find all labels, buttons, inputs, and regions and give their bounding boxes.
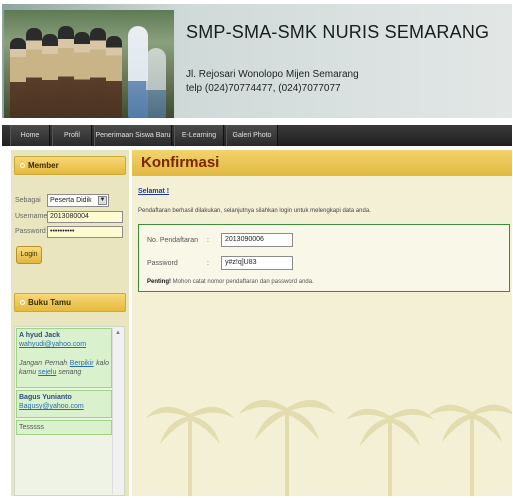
nav-galeri-photo[interactable]: Galeri Photo xyxy=(226,125,278,146)
msg-link[interactable]: sejelu xyxy=(38,369,56,376)
msg-link[interactable]: Berpikir xyxy=(70,360,94,367)
nav-e-learning[interactable]: E-Learning xyxy=(174,125,224,146)
role-select-value: Peserta Didik xyxy=(50,197,92,204)
registration-number-field[interactable]: 2013090006 xyxy=(221,233,293,247)
member-heading-label: Member xyxy=(28,161,59,170)
colon-separator: : xyxy=(207,260,209,267)
guestbook-panel[interactable]: A hyud Jack wahyudi@yahoo.com Jangan Per… xyxy=(14,326,125,496)
guestbook-entry: A hyud Jack wahyudi@yahoo.com Jangan Per… xyxy=(16,328,112,388)
main-nav: Home Profil Penerimaan Siswa Baru E-Lear… xyxy=(2,125,512,146)
bullet-icon xyxy=(20,163,25,169)
msg-text: Jangan Pernah xyxy=(19,360,68,367)
sebagai-label: Sebagai xyxy=(15,197,41,204)
colon-separator: : xyxy=(207,237,209,244)
password-result-field[interactable]: y#z!q]U83 xyxy=(221,256,293,270)
bullet-icon xyxy=(20,300,25,306)
main-content: Konfirmasi Selamat ! Pendaftaran berhasi… xyxy=(132,150,512,496)
login-button[interactable]: Login xyxy=(16,246,42,264)
role-select[interactable]: Peserta Didik ▼ xyxy=(47,194,109,207)
entry-email[interactable]: wahyudi@yahoo.com xyxy=(19,340,109,349)
confirmation-panel: No. Pendaftaran : 2013090006 Password : … xyxy=(138,224,510,292)
guestbook-entry: Bagus Yunianto Bagusy@yahoo.com xyxy=(16,390,112,418)
member-heading: Member xyxy=(14,156,126,175)
guestbook-entry: Tesssss xyxy=(16,420,112,435)
entry-name: Bagus Yunianto xyxy=(19,394,72,401)
username-label: Username xyxy=(15,213,48,220)
guestbook-heading: Buku Tamu xyxy=(14,293,126,312)
registration-number-label: No. Pendaftaran xyxy=(147,237,198,244)
site-title: SMP-SMA-SMK NURIS SEMARANG xyxy=(186,22,490,42)
note-label: Penting! xyxy=(147,279,171,285)
msg-text: senang xyxy=(58,369,82,376)
password-result-label: Password xyxy=(147,260,178,267)
dropdown-arrow-icon[interactable]: ▼ xyxy=(98,196,107,205)
sidebar: Member Sebagai Peserta Didik ▼ Username … xyxy=(11,150,129,496)
phone-line: telp (024)70774477, (024)7077077 xyxy=(186,83,341,94)
header-photo xyxy=(4,10,174,118)
page-title: Konfirmasi xyxy=(132,150,512,176)
site-address: Jl. Rejosari Wonolopo Mijen Semarang tel… xyxy=(186,68,359,96)
username-input[interactable]: 2013080004 xyxy=(47,211,123,223)
guestbook-scrollbar[interactable]: ▲ xyxy=(112,328,123,494)
important-note: Penting! Mohon catat nomor pendaftaran d… xyxy=(147,279,314,285)
entry-message: Jangan Pernah Berpikir kalo kamu sejelu … xyxy=(19,359,109,377)
scroll-up-icon[interactable]: ▲ xyxy=(115,330,121,336)
password-label: Password xyxy=(15,228,46,235)
palm-trees-background xyxy=(146,400,512,496)
note-text: Mohon catat nomor pendaftaran dan passwo… xyxy=(172,279,314,285)
nav-home[interactable]: Home xyxy=(10,125,50,146)
address-line: Jl. Rejosari Wonolopo Mijen Semarang xyxy=(186,69,359,80)
entry-name: A hyud Jack xyxy=(19,332,60,339)
nav-profil[interactable]: Profil xyxy=(52,125,92,146)
guestbook-heading-label: Buku Tamu xyxy=(28,298,71,307)
confirmation-description: Pendaftaran berhasil dilakukan, selanjut… xyxy=(138,208,371,214)
greeting-text: Selamat ! xyxy=(138,188,170,195)
site-header: SMP-SMA-SMK NURIS SEMARANG Jl. Rejosari … xyxy=(2,4,512,118)
password-input[interactable]: •••••••••• xyxy=(47,226,123,238)
nav-penerimaan-siswa-baru[interactable]: Penerimaan Siswa Baru xyxy=(94,125,172,146)
entry-name: Tesssss xyxy=(19,424,44,431)
entry-email[interactable]: Bagusy@yahoo.com xyxy=(19,402,109,411)
guestbook-list: A hyud Jack wahyudi@yahoo.com Jangan Per… xyxy=(16,328,112,437)
